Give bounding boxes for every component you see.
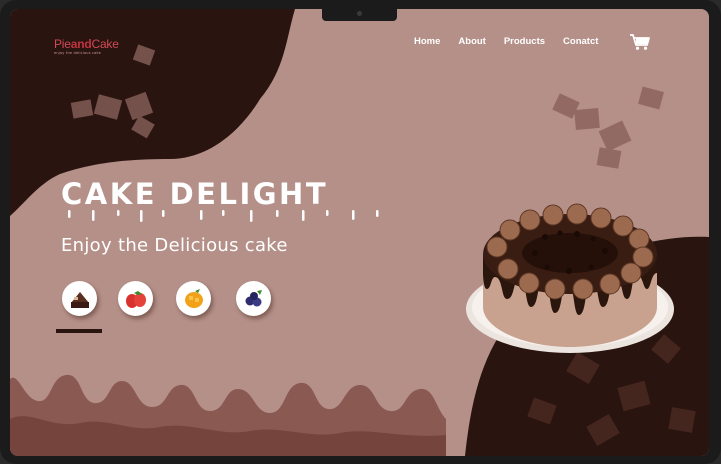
nav-item-about[interactable]: About <box>458 36 485 47</box>
brand-name: PieandCake <box>54 37 119 51</box>
camera-notch <box>322 9 397 21</box>
blueberry-icon <box>245 289 262 306</box>
nav-item-home[interactable]: Home <box>414 36 440 47</box>
chocolate-icon <box>70 291 89 308</box>
nav-item-contact[interactable]: Conatct <box>563 36 598 47</box>
flavor-thumb-chocolate[interactable] <box>62 281 97 316</box>
strawberry-icon <box>125 290 146 308</box>
title-drip-decoration <box>68 210 379 222</box>
nav-item-products[interactable]: Products <box>504 36 545 47</box>
landing-page: PieandCake enjoy the delicious cake Home… <box>10 9 709 456</box>
flavor-thumb-mango[interactable] <box>176 281 211 316</box>
flavor-thumb-blueberry[interactable] <box>236 281 271 316</box>
hero-subtitle: Enjoy the Delicious cake <box>61 235 288 256</box>
brand-logo[interactable]: PieandCake enjoy the delicious cake <box>54 37 119 55</box>
main-nav: Home About Products Conatct <box>414 36 616 47</box>
mango-icon <box>184 288 203 308</box>
brand-tagline: enjoy the delicious cake <box>54 51 101 55</box>
flavor-thumb-strawberry[interactable] <box>118 281 153 316</box>
selected-flavor-indicator <box>56 329 102 333</box>
cart-icon[interactable] <box>629 33 651 55</box>
hero-title: CAKE DELIGHT <box>61 177 329 211</box>
cake-image <box>466 203 674 353</box>
